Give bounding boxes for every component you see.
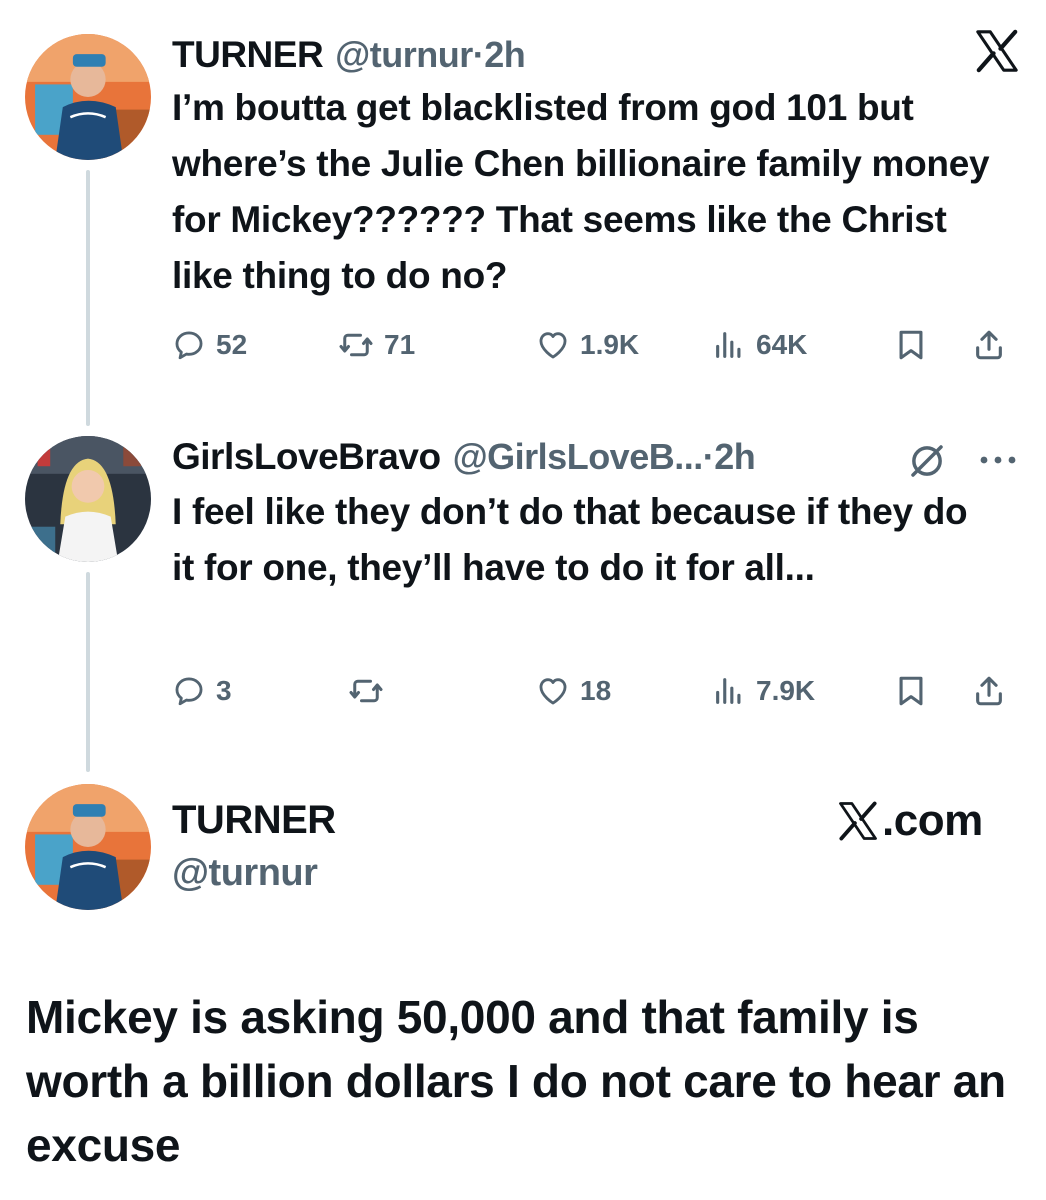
reply-count: 52 (216, 329, 248, 360)
x-logo-icon (836, 800, 880, 842)
share-icon (972, 674, 1006, 708)
more-icon[interactable] (978, 452, 1018, 468)
tweet-text: I feel like they don’t do that because i… (172, 491, 968, 588)
bookmark-icon (894, 674, 928, 708)
author-handle[interactable]: @GirlsLoveB... (453, 436, 704, 478)
retweet-button[interactable] (348, 666, 394, 716)
tweet-text: I’m boutta get blacklisted from god 101 … (172, 87, 990, 296)
views-icon (712, 674, 746, 708)
views-button[interactable]: 64K (712, 320, 807, 370)
share-button[interactable] (972, 320, 1006, 370)
views-count: 64K (756, 329, 808, 360)
reply-button[interactable]: 52 (172, 320, 247, 370)
reply-icon (172, 674, 206, 708)
share-button[interactable] (972, 666, 1006, 716)
views-button[interactable]: 7.9K (712, 666, 815, 716)
card-author-handle[interactable]: @turnur (172, 852, 318, 895)
mute-icon[interactable] (906, 440, 948, 482)
timestamp[interactable]: ·2h (473, 34, 526, 76)
share-icon (972, 328, 1006, 362)
like-count: 1.9K (580, 329, 640, 360)
author-handle[interactable]: @turnur (335, 34, 473, 76)
tweet-actions: 3 18 7.9K (172, 666, 1022, 716)
thread-line (86, 170, 90, 426)
heart-icon (536, 674, 570, 708)
reply-button[interactable]: 3 (172, 666, 232, 716)
like-count: 18 (580, 675, 612, 706)
avatar[interactable] (25, 34, 151, 160)
brand-domain: .com (882, 796, 983, 845)
tweet-actions: 52 71 1.9K 64K (172, 320, 1022, 370)
views-count: 7.9K (756, 675, 816, 706)
avatar-image (25, 34, 151, 160)
avatar[interactable] (25, 784, 151, 910)
avatar[interactable] (25, 436, 151, 562)
retweet-icon (348, 673, 384, 709)
avatar-image (25, 784, 151, 910)
timestamp[interactable]: ·2h (703, 436, 756, 478)
heart-icon (536, 328, 570, 362)
tweet-header: GirlsLoveBravo @GirlsLoveB... ·2h (172, 436, 756, 478)
brand-logo: .com (836, 796, 983, 846)
bookmark-button[interactable] (894, 666, 928, 716)
reply-count: 3 (216, 675, 232, 706)
reply-icon (172, 328, 206, 362)
like-button[interactable]: 1.9K (536, 320, 639, 370)
bookmark-icon (894, 328, 928, 362)
tweet-header: TURNER @turnur ·2h (172, 34, 526, 76)
avatar-image (25, 436, 151, 562)
like-button[interactable]: 18 (536, 666, 611, 716)
views-icon (712, 328, 746, 362)
retweet-button[interactable]: 71 (338, 320, 415, 370)
bookmark-button[interactable] (894, 320, 928, 370)
author-name[interactable]: GirlsLoveBravo (172, 436, 441, 478)
retweet-count: 71 (384, 329, 416, 360)
quote-text: Mickey is asking 50,000 and that family … (26, 991, 1006, 1171)
thread-line (86, 572, 90, 772)
author-name[interactable]: TURNER (172, 34, 324, 76)
card-author-name[interactable]: TURNER (172, 798, 336, 843)
retweet-icon (338, 327, 374, 363)
x-logo-icon (972, 28, 1022, 74)
